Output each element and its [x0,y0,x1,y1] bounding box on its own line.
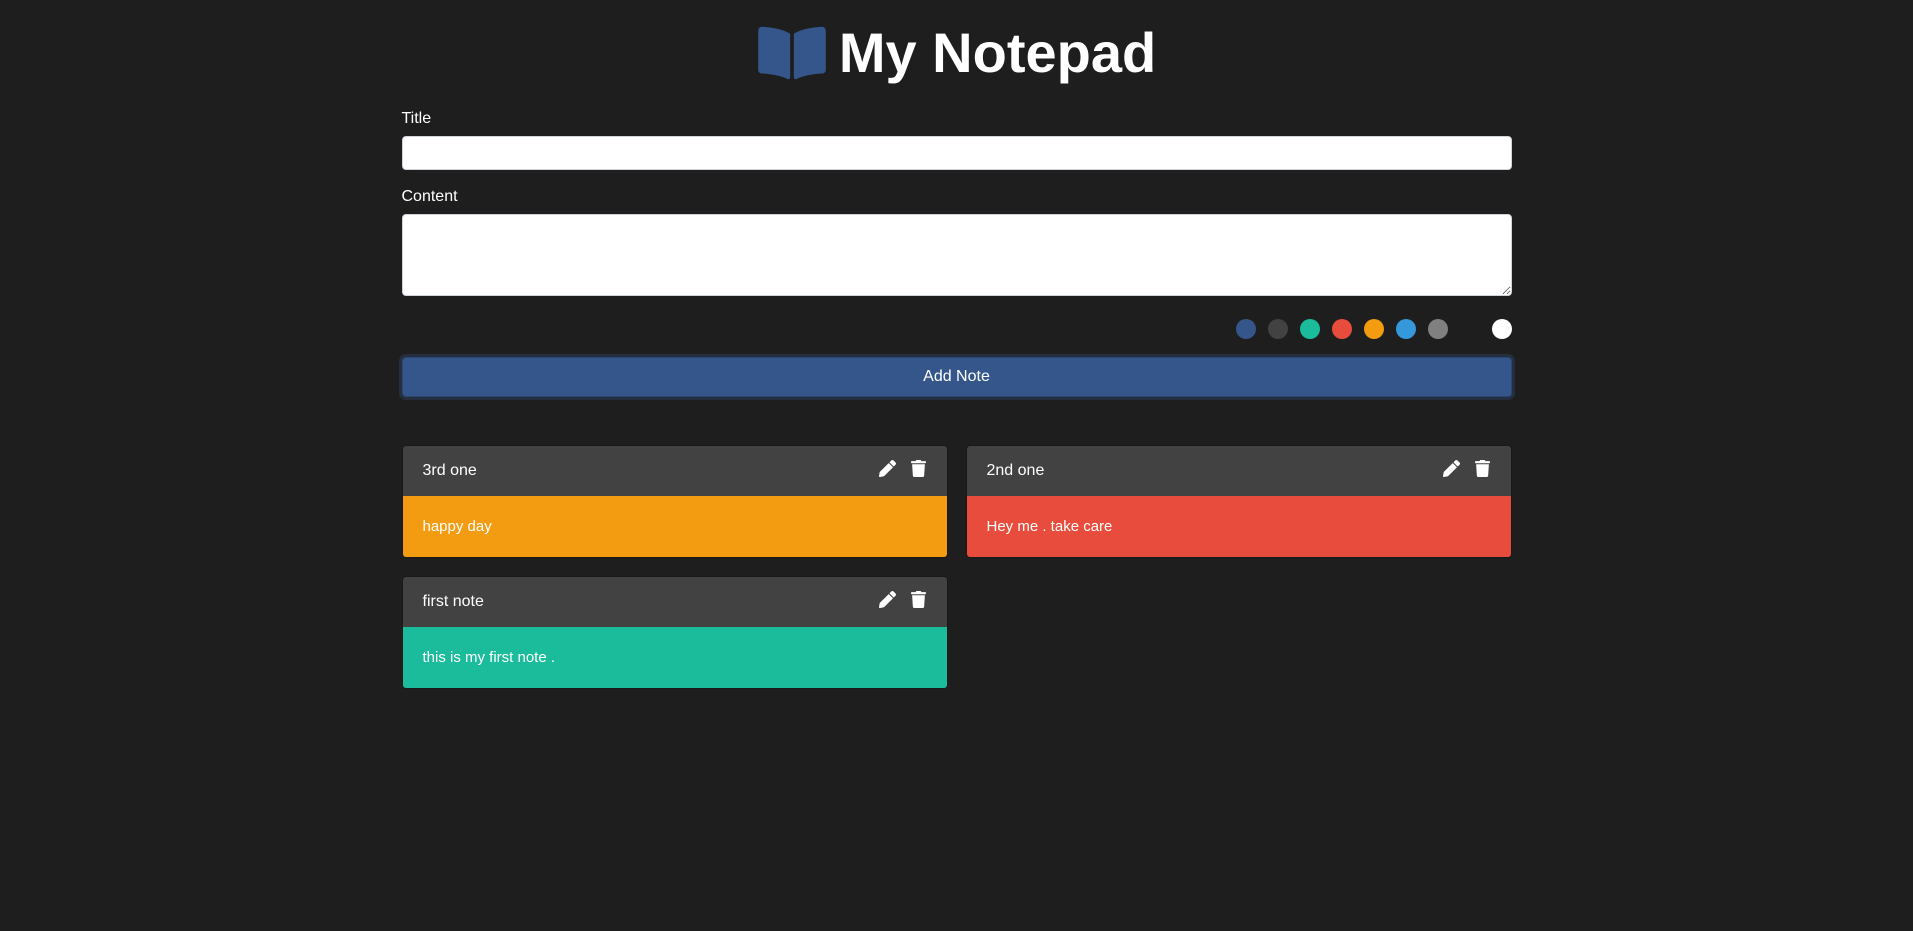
color-swatch-black[interactable] [1460,319,1480,339]
trash-icon[interactable] [910,591,927,613]
add-note-button[interactable]: Add Note [402,357,1512,397]
edit-icon[interactable] [879,591,896,613]
note-actions [1443,460,1491,482]
edit-icon[interactable] [1443,460,1460,482]
note-content: happy day [403,496,947,557]
app-header: My Notepad [402,0,1512,110]
note-actions [879,591,927,613]
notes-grid: 3rd one happy day 2nd one Hey me . take car… [402,445,1512,689]
title-label: Title [402,110,1512,128]
color-picker [402,319,1512,339]
color-swatch-white[interactable] [1492,319,1512,339]
note-header: 3rd one [403,446,947,496]
note-header: 2nd one [967,446,1511,496]
color-swatch-blue[interactable] [1236,319,1256,339]
color-swatch-light-blue[interactable] [1396,319,1416,339]
title-input[interactable] [402,136,1512,170]
app-title: My Notepad [839,20,1156,85]
note-card: 3rd one happy day [402,445,948,558]
note-title: first note [423,593,484,611]
note-header: first note [403,577,947,627]
color-swatch-red[interactable] [1332,319,1352,339]
note-content: Hey me . take care [967,496,1511,557]
color-swatch-green[interactable] [1300,319,1320,339]
color-swatch-dark-grey[interactable] [1268,319,1288,339]
content-input[interactable] [402,214,1512,296]
book-icon [757,23,827,83]
trash-icon[interactable] [1474,460,1491,482]
edit-icon[interactable] [879,460,896,482]
note-title: 2nd one [987,462,1045,480]
color-swatch-orange[interactable] [1364,319,1384,339]
note-card: 2nd one Hey me . take care [966,445,1512,558]
note-title: 3rd one [423,462,477,480]
content-label: Content [402,188,1512,206]
color-swatch-grey[interactable] [1428,319,1448,339]
trash-icon[interactable] [910,460,927,482]
note-card: first note this is my first note . [402,576,948,689]
note-content: this is my first note . [403,627,947,688]
note-actions [879,460,927,482]
